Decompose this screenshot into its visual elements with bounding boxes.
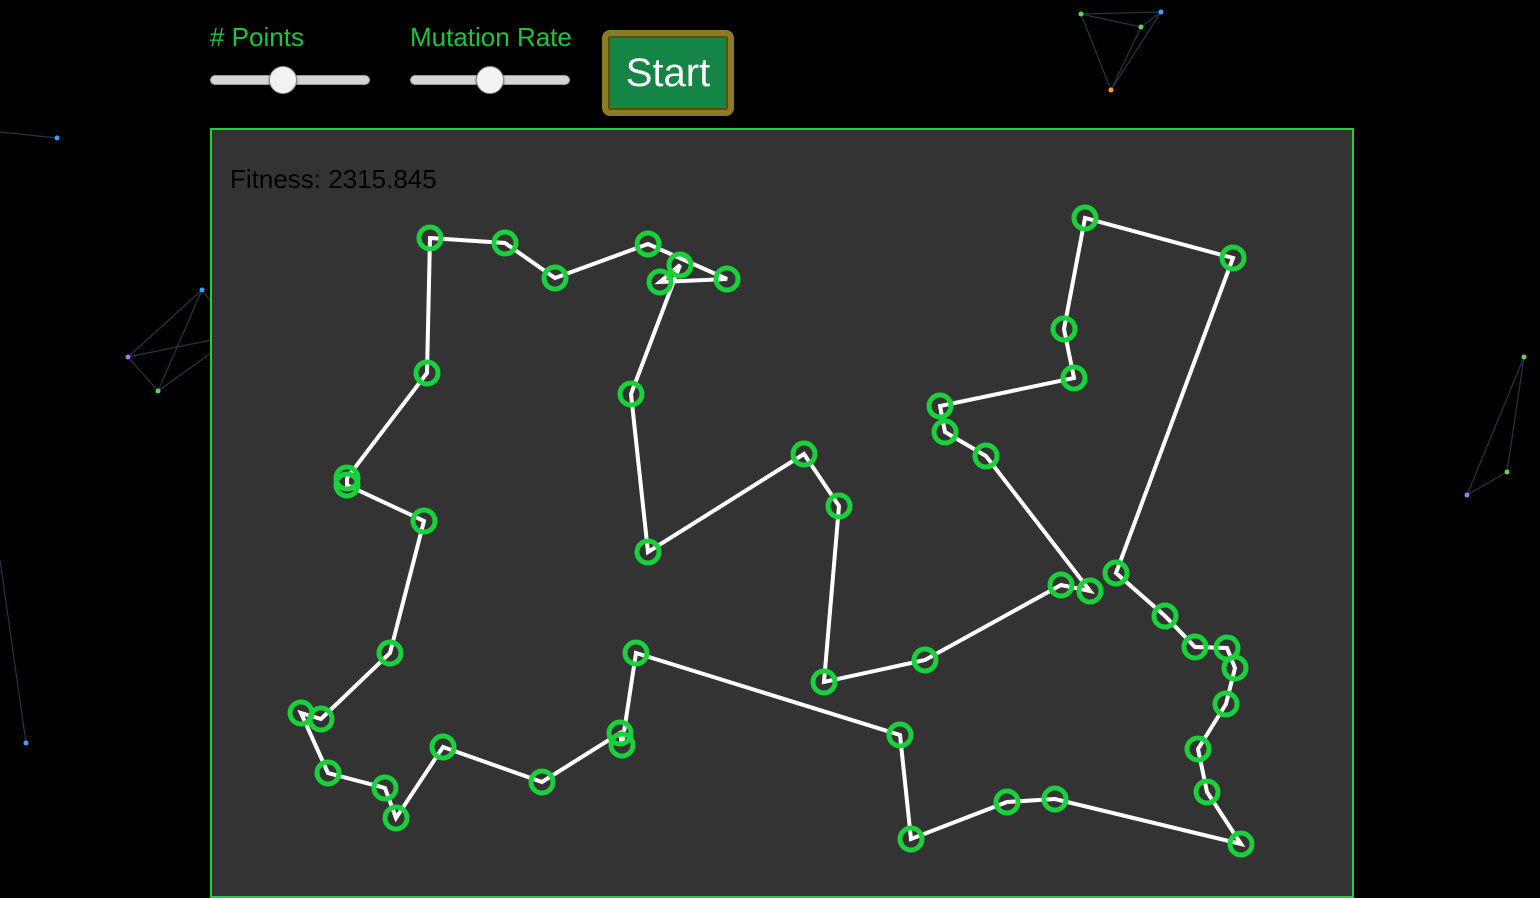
background-dot xyxy=(199,287,205,293)
background-link xyxy=(127,289,203,358)
background-dot xyxy=(1504,469,1510,475)
background-dot xyxy=(1158,9,1164,15)
background-link xyxy=(1140,11,1162,28)
background-link xyxy=(1080,13,1142,28)
fitness-readout: Fitness: 2315.845 xyxy=(230,164,437,195)
fitness-value: 2315.845 xyxy=(328,164,437,194)
background-link xyxy=(1080,11,1162,15)
mutation-rate-slider-thumb[interactable] xyxy=(476,66,504,94)
background-dot xyxy=(1108,87,1114,93)
tour-plot xyxy=(287,204,1255,858)
background-link xyxy=(1110,26,1142,91)
mutation-rate-control: Mutation Rate xyxy=(410,20,572,96)
fitness-label: Fitness: xyxy=(230,164,322,194)
background-dot xyxy=(155,388,161,394)
background-dot xyxy=(1078,11,1084,17)
background-dot xyxy=(23,740,29,746)
points-slider[interactable] xyxy=(210,66,370,96)
start-button[interactable]: Start xyxy=(602,30,734,116)
mutation-rate-slider[interactable] xyxy=(410,66,570,96)
background-dot xyxy=(1464,492,1470,498)
background-dot xyxy=(1521,354,1527,360)
simulation-canvas[interactable]: Fitness: 2315.845 xyxy=(210,128,1354,898)
mutation-rate-label: Mutation Rate xyxy=(410,22,572,52)
background-link xyxy=(1110,11,1162,91)
points-label: # Points xyxy=(210,22,304,52)
background-link xyxy=(127,356,159,392)
background-link xyxy=(1466,471,1508,496)
background-dot xyxy=(54,135,60,141)
points-slider-thumb[interactable] xyxy=(269,66,298,94)
background-dot xyxy=(125,354,131,360)
points-control: # Points xyxy=(210,20,370,96)
background-link xyxy=(0,131,58,139)
background-dot xyxy=(1138,24,1144,30)
tour-route xyxy=(297,215,1246,848)
background-link xyxy=(1080,13,1112,91)
background-link xyxy=(1466,356,1525,496)
background-link xyxy=(0,559,27,744)
background-link xyxy=(1506,356,1525,473)
